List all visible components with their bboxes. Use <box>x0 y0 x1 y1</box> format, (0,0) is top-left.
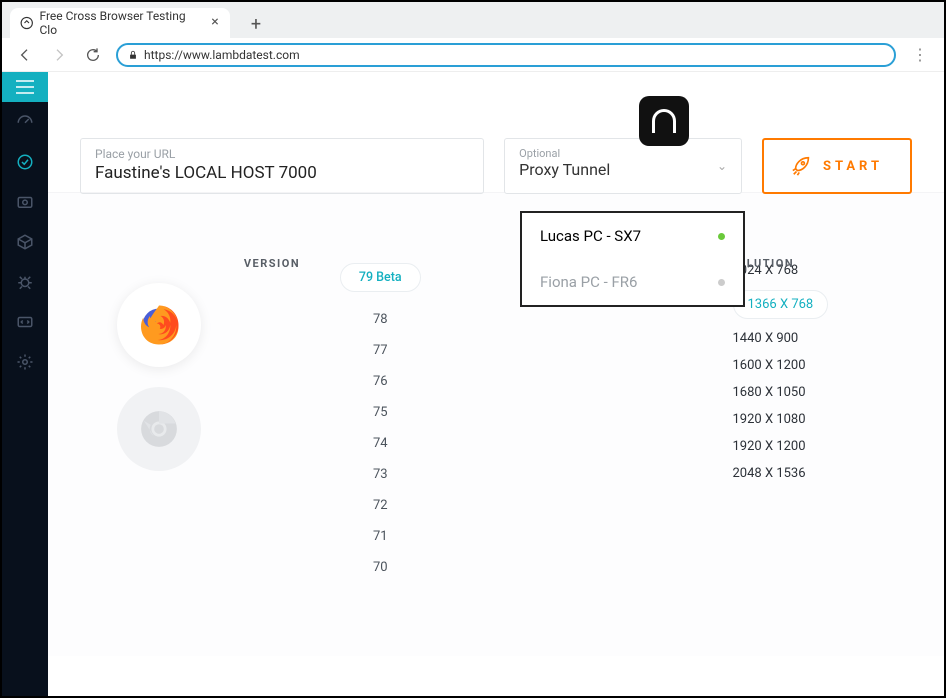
screenshot-icon[interactable] <box>2 182 48 222</box>
browser-tabbar: Free Cross Browser Testing Clo × + <box>2 2 944 38</box>
close-icon[interactable]: × <box>208 15 222 29</box>
browser-column <box>48 215 270 656</box>
browser-menu-icon[interactable]: ⋮ <box>908 45 932 64</box>
resolution-option[interactable]: 1680 X 1050 <box>733 385 806 400</box>
start-label: START <box>823 159 883 174</box>
proxy-dropdown: Lucas PC - SX7 Fiona PC - FR6 <box>520 211 745 307</box>
url-box[interactable]: https://www.lambdatest.com <box>116 43 896 67</box>
resolution-column: RESOLUTION 1024 X 7681366 X 7681440 X 90… <box>713 215 945 656</box>
resolution-option[interactable]: 1366 X 768 <box>733 290 829 319</box>
lock-icon <box>128 49 138 61</box>
new-tab-button[interactable]: + <box>242 10 270 38</box>
proxy-value: Proxy Tunnel <box>519 160 727 179</box>
version-option[interactable]: 76 <box>373 370 388 393</box>
reload-button[interactable] <box>82 44 104 66</box>
proxy-option-label: Lucas PC - SX7 <box>540 227 641 245</box>
resolution-option[interactable]: 1920 X 1200 <box>733 439 806 454</box>
proxy-label: Optional <box>519 147 727 160</box>
dashboard-icon[interactable] <box>2 102 48 142</box>
version-column: VERSION 79 Beta 787776757473727170 <box>270 215 492 656</box>
main-panel: Place your URL Faustine's LOCAL HOST 700… <box>48 72 944 696</box>
box-icon[interactable] <box>2 222 48 262</box>
proxy-option-label: Fiona PC - FR6 <box>540 273 637 291</box>
proxy-option[interactable]: Lucas PC - SX7 <box>522 213 743 259</box>
app-badge <box>639 96 689 146</box>
rocket-icon <box>791 155 813 177</box>
version-option[interactable]: 70 <box>373 556 388 579</box>
version-option[interactable]: 71 <box>373 525 388 548</box>
version-option[interactable]: 74 <box>373 432 388 455</box>
browser-addressbar: https://www.lambdatest.com ⋮ <box>2 38 944 72</box>
status-dot <box>718 233 725 240</box>
proxy-tunnel-select[interactable]: Optional Proxy Tunnel ⌄ <box>504 138 742 194</box>
version-selected[interactable]: 79 Beta <box>340 263 421 292</box>
chrome-option[interactable] <box>117 387 201 471</box>
firefox-option[interactable] <box>117 283 201 367</box>
proxy-option[interactable]: Fiona PC - FR6 <box>522 259 743 305</box>
version-option[interactable]: 73 <box>373 463 388 486</box>
bug-icon[interactable] <box>2 262 48 302</box>
version-option[interactable]: 77 <box>373 339 388 362</box>
settings-icon[interactable] <box>2 342 48 382</box>
url-label: Place your URL <box>95 147 469 161</box>
resolution-option[interactable]: 1600 X 1200 <box>733 358 806 373</box>
browser-tab[interactable]: Free Cross Browser Testing Clo × <box>10 8 230 38</box>
chevron-down-icon: ⌄ <box>717 159 727 173</box>
version-option[interactable]: 78 <box>373 308 388 331</box>
hamburger-icon[interactable] <box>2 72 48 102</box>
resolution-option[interactable]: 2048 X 1536 <box>733 466 806 481</box>
version-option[interactable]: 72 <box>373 494 388 517</box>
resolution-option[interactable]: 1920 X 1080 <box>733 412 806 427</box>
realtime-test-icon[interactable] <box>2 142 48 182</box>
chrome-icon <box>137 407 181 451</box>
tab-title: Free Cross Browser Testing Clo <box>39 9 200 37</box>
url-value: Faustine's LOCAL HOST 7000 <box>95 163 469 183</box>
forward-button[interactable] <box>48 44 70 66</box>
start-button[interactable]: START <box>762 138 912 194</box>
url-input[interactable]: Place your URL Faustine's LOCAL HOST 700… <box>80 138 484 194</box>
back-button[interactable] <box>14 44 36 66</box>
resolution-option[interactable]: 1440 X 900 <box>733 331 799 346</box>
version-option[interactable]: 75 <box>373 401 388 424</box>
firefox-icon <box>135 301 183 349</box>
url-text: https://www.lambdatest.com <box>144 48 300 62</box>
status-dot <box>718 279 725 286</box>
integrations-icon[interactable] <box>2 302 48 342</box>
side-rail <box>2 72 48 696</box>
lambdatest-favicon <box>20 16 33 30</box>
